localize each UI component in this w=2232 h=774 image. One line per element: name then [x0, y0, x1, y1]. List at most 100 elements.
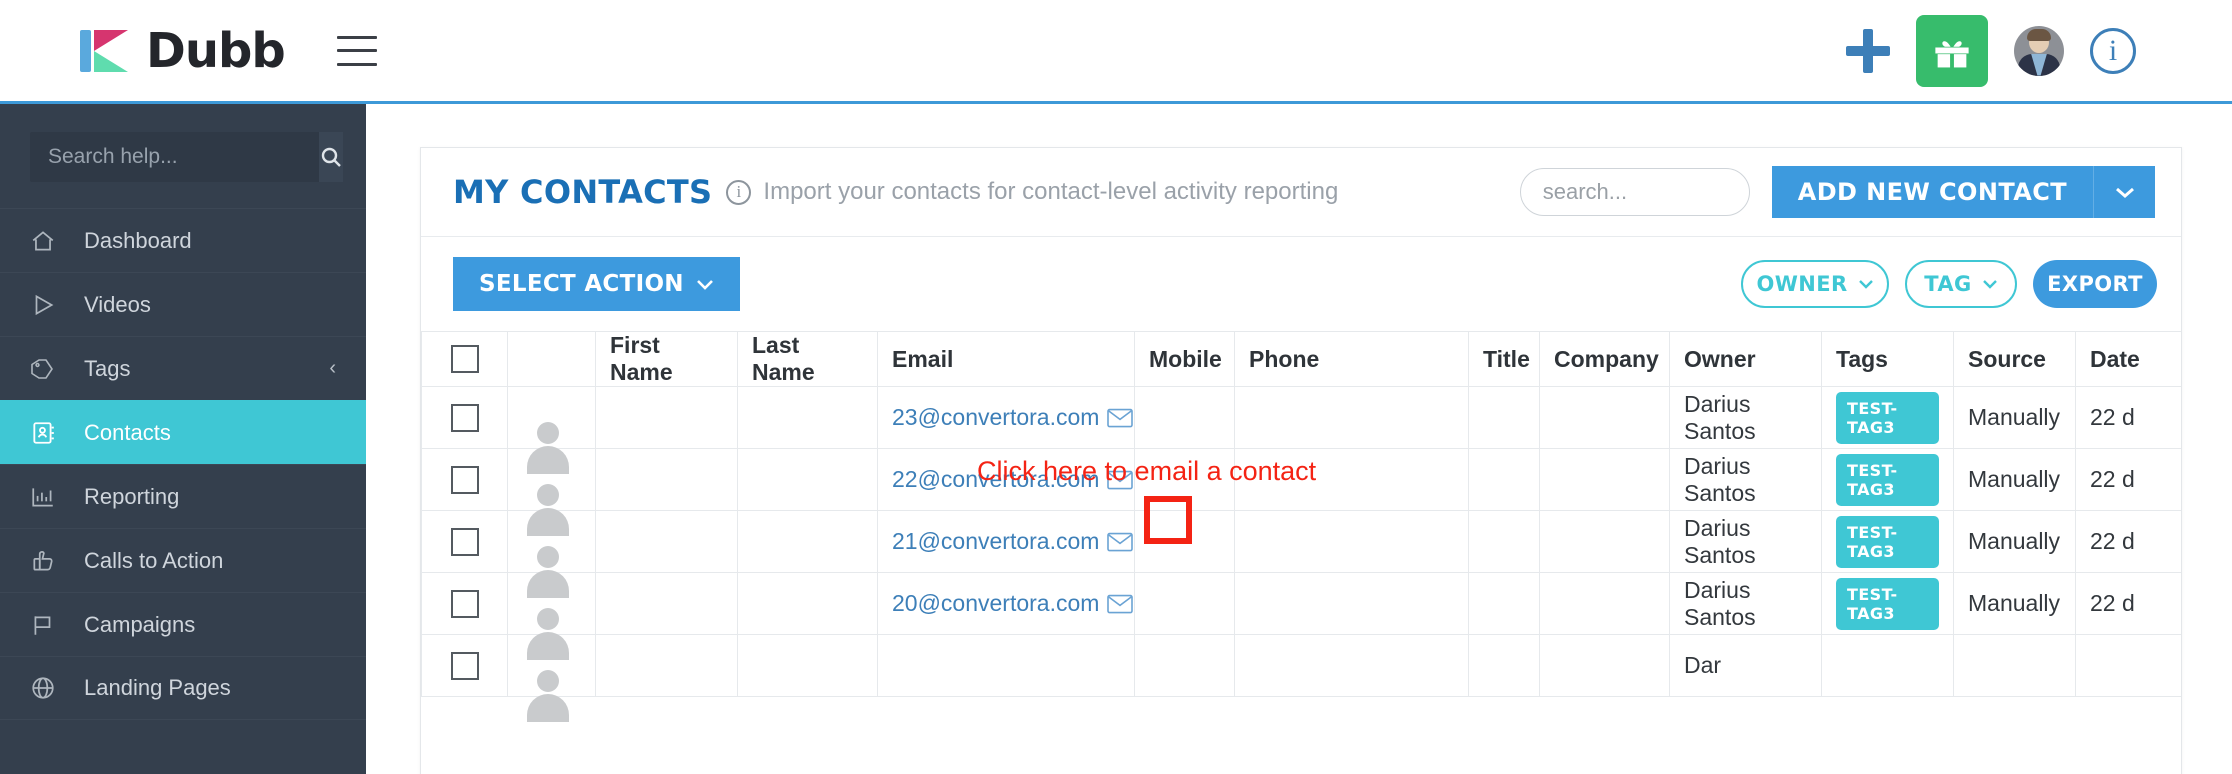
cell-phone — [1234, 448, 1469, 511]
sidebar-item-reporting[interactable]: Reporting — [0, 464, 366, 528]
column-company[interactable]: Company — [1539, 331, 1670, 387]
row-select-cell — [421, 510, 508, 573]
cell-first-name — [595, 386, 738, 449]
email-envelope-icon[interactable] — [1107, 408, 1134, 428]
search-input[interactable] — [1542, 179, 1727, 205]
owner-name: Darius Santos — [1684, 390, 1756, 444]
select-action-button[interactable]: SELECT ACTION — [453, 257, 740, 311]
cell-last-name — [737, 448, 878, 511]
column-first-name[interactable]: First Name — [595, 331, 738, 387]
avatar[interactable] — [2014, 25, 2064, 76]
table-row[interactable]: 21@convertora.com Darius Santos TEST-TAG… — [421, 510, 2181, 598]
email-link[interactable]: 23@convertora.com — [892, 404, 1099, 431]
cell-tags: TEST-TAG3 — [1821, 572, 1954, 635]
column-tags[interactable]: Tags — [1821, 331, 1954, 387]
info-circle-icon[interactable]: i — [2090, 27, 2136, 74]
cell-tags: TEST-TAG3 — [1821, 510, 1954, 573]
cell-owner: Darius Santos — [1669, 386, 1822, 449]
row-checkbox[interactable] — [450, 403, 479, 432]
sidebar-item-videos[interactable]: Videos — [0, 272, 366, 336]
email-link[interactable]: 22@convertora.com — [892, 466, 1099, 493]
table-row[interactable]: 22@convertora.com Darius Santos TEST-TAG… — [421, 448, 2181, 536]
row-checkbox[interactable] — [450, 651, 479, 680]
email-envelope-icon[interactable] — [1107, 532, 1134, 552]
sidebar-item-label: Calls to Action — [84, 547, 224, 573]
tag-badge[interactable]: TEST-TAG3 — [1836, 515, 1939, 568]
chevron-left-icon[interactable]: ‹ — [329, 357, 336, 380]
table-row[interactable]: Dar — [421, 634, 2181, 722]
sidebar-item-campaigns[interactable]: Campaigns — [0, 592, 366, 656]
row-select-cell — [421, 634, 508, 697]
info-icon[interactable]: i — [726, 179, 752, 205]
header-right: i — [1846, 14, 2232, 87]
app-root: Dubb i Search help... Dashboard Videos T… — [0, 0, 2232, 774]
chevron-down-icon[interactable] — [2093, 166, 2155, 218]
sidebar-item-calls-to-action[interactable]: Calls to Action — [0, 528, 366, 592]
cell-mobile — [1134, 572, 1235, 635]
column-owner[interactable]: Owner — [1669, 331, 1822, 387]
contacts-table: First Name Last Name Email Mobile Phone … — [421, 331, 2181, 722]
brand-name: Dubb — [146, 22, 286, 79]
cell-date — [2075, 634, 2181, 697]
cell-title — [1468, 572, 1540, 635]
add-new-contact-button[interactable]: ADD NEW CONTACT — [1771, 166, 2093, 218]
sidebar-item-label: Reporting — [84, 483, 180, 509]
sidebar-item-landing-pages[interactable]: Landing Pages — [0, 656, 366, 720]
table-toolbar: SELECT ACTION OWNER TAG EXPORT — [421, 237, 2181, 331]
row-checkbox[interactable] — [450, 589, 479, 618]
email-link[interactable]: 21@convertora.com — [892, 528, 1099, 555]
cell-company — [1539, 572, 1670, 635]
cell-first-name — [595, 634, 738, 697]
sidebar-item-dashboard[interactable]: Dashboard — [0, 208, 366, 272]
chevron-down-icon — [1858, 280, 1873, 289]
table-row[interactable]: 23@convertora.com Darius Santos TEST-TAG… — [421, 386, 2181, 474]
cell-owner: Darius Santos — [1669, 448, 1822, 511]
owner-filter-button[interactable]: OWNER — [1741, 260, 1889, 308]
flag-icon — [30, 612, 70, 638]
bar-chart-icon — [30, 484, 70, 510]
cell-company — [1539, 448, 1670, 511]
table-row[interactable]: 20@convertora.com Darius Santos TEST-TAG… — [421, 572, 2181, 660]
sidebar-item-tags[interactable]: Tags ‹ — [0, 336, 366, 400]
email-link[interactable]: 20@convertora.com — [892, 590, 1099, 617]
sidebar-item-contacts[interactable]: Contacts — [0, 400, 366, 464]
export-button[interactable]: EXPORT — [2033, 260, 2157, 308]
email-envelope-icon[interactable] — [1107, 594, 1134, 614]
contacts-search[interactable] — [1519, 168, 1750, 216]
search-icon[interactable] — [319, 132, 343, 182]
column-email[interactable]: Email — [877, 331, 1135, 387]
search-help-input[interactable] — [30, 145, 319, 169]
sidebar-item-label: Dashboard — [84, 227, 192, 253]
contacts-card: MY CONTACTS i Import your contacts for c… — [420, 147, 2182, 774]
column-phone[interactable]: Phone — [1234, 331, 1469, 387]
column-mobile[interactable]: Mobile — [1134, 331, 1235, 387]
tag-badge[interactable]: TEST-TAG3 — [1836, 391, 1939, 444]
sidebar-search[interactable] — [30, 132, 343, 182]
gift-button[interactable] — [1916, 14, 1988, 87]
cell-date: 22 d — [2075, 448, 2181, 511]
page-subtitle: Import your contacts for contact-level a… — [763, 178, 1339, 205]
dubb-logo-icon — [78, 25, 130, 77]
row-checkbox[interactable] — [450, 465, 479, 494]
cell-email: 23@convertora.com — [877, 386, 1135, 449]
column-title[interactable]: Title — [1468, 331, 1540, 387]
tag-badge[interactable]: TEST-TAG3 — [1836, 577, 1939, 630]
column-source[interactable]: Source — [1953, 331, 2076, 387]
owner-filter-label: OWNER — [1756, 272, 1848, 296]
cell-title — [1468, 510, 1540, 573]
row-select-cell — [421, 572, 508, 635]
row-checkbox[interactable] — [450, 527, 479, 556]
column-date[interactable]: Date — [2075, 331, 2181, 387]
plus-icon[interactable] — [1846, 28, 1890, 73]
cell-mobile — [1134, 386, 1235, 449]
chevron-down-icon — [1982, 280, 1997, 289]
select-all-checkbox[interactable] — [450, 345, 479, 373]
cell-mobile — [1134, 634, 1235, 697]
brand-logo[interactable]: Dubb — [78, 22, 286, 79]
cell-source: Manually — [1953, 572, 2076, 635]
column-last-name[interactable]: Last Name — [737, 331, 878, 387]
tag-filter-button[interactable]: TAG — [1905, 260, 2017, 308]
tag-badge[interactable]: TEST-TAG3 — [1836, 453, 1939, 506]
hamburger-icon[interactable] — [336, 35, 377, 66]
email-envelope-icon[interactable] — [1107, 470, 1134, 490]
